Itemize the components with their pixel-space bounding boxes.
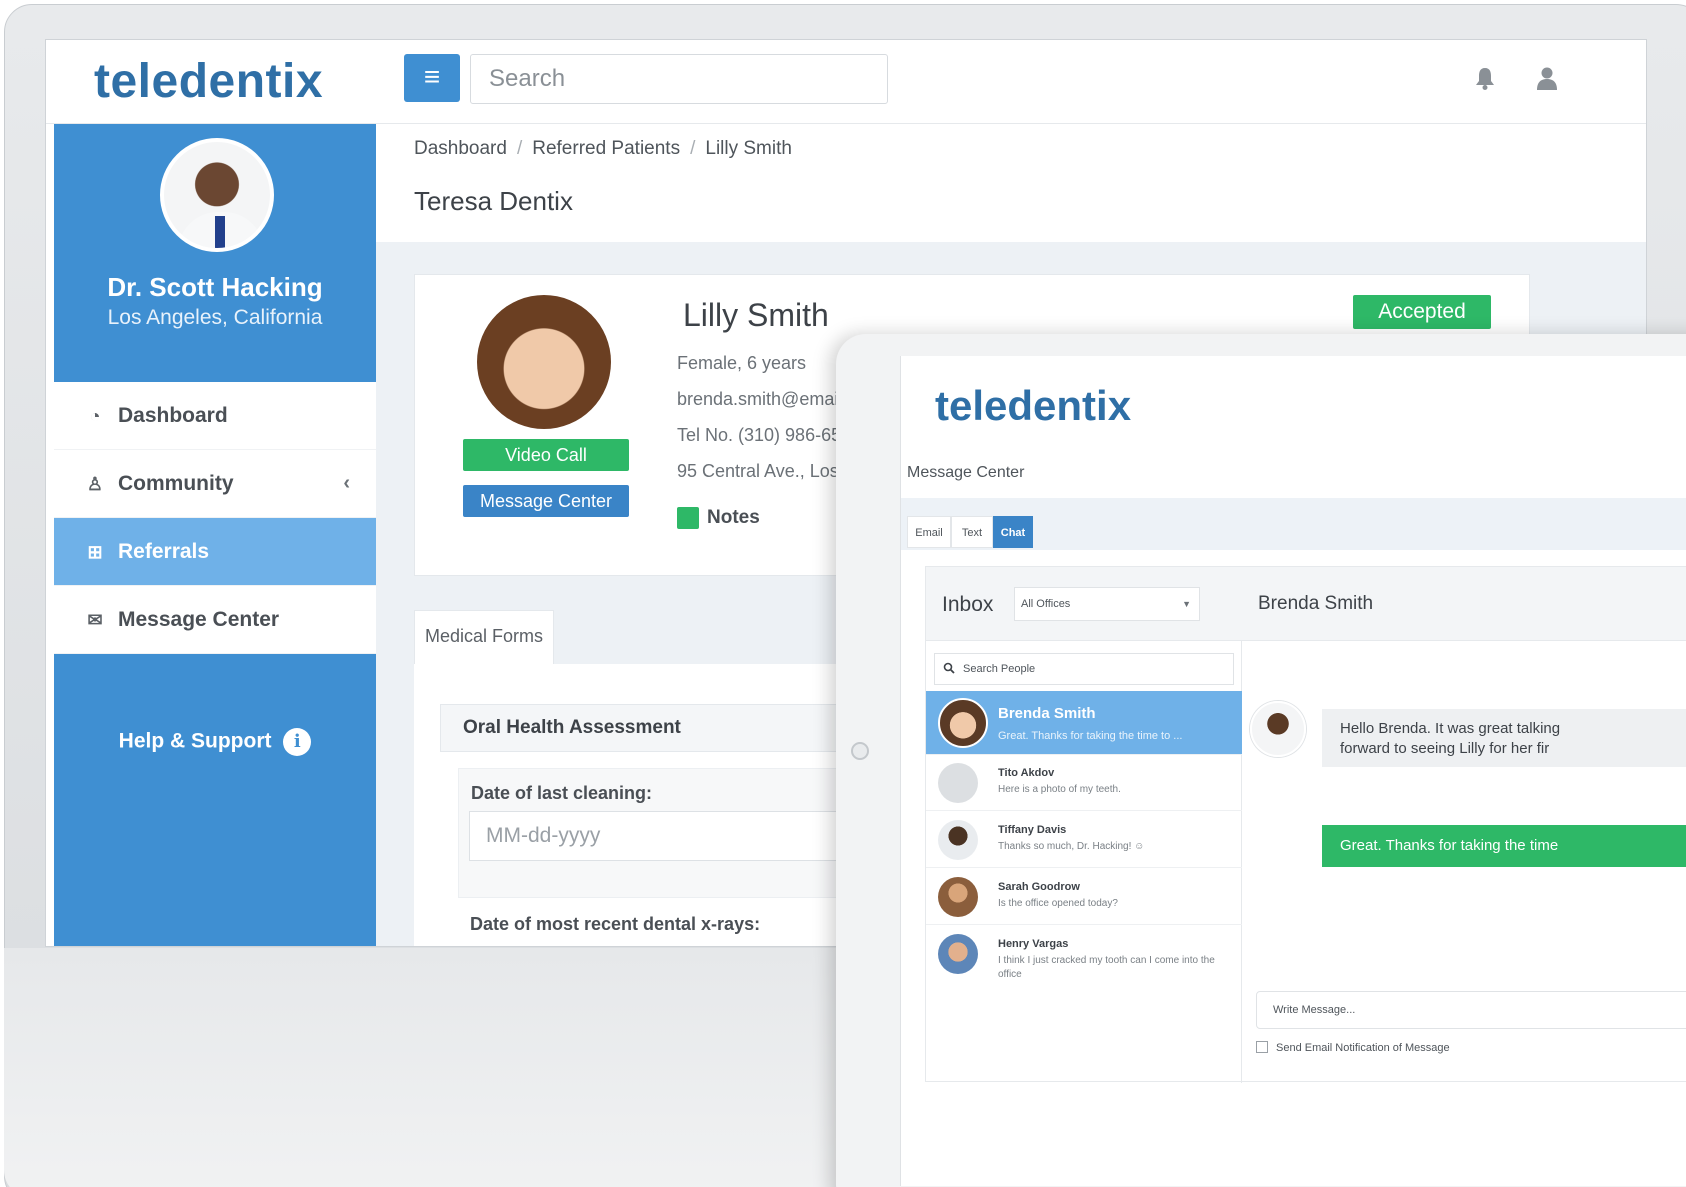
recent-xrays-label: Date of most recent dental x-rays: — [470, 914, 761, 934]
chat-column: Brenda Smith Hello Brenda. It was great … — [1242, 567, 1686, 1083]
contact-item[interactable]: Tiffany Davis Thanks so much, Dr. Hackin… — [926, 812, 1242, 868]
sidebar-item-message-center[interactable]: ✉ Message Center — [54, 586, 376, 654]
inbox-column: Inbox All Offices ▼ Search People Brenda… — [926, 567, 1242, 1083]
office-filter-select[interactable]: All Offices ▼ — [1014, 587, 1200, 621]
tab-chat[interactable]: Chat — [993, 516, 1033, 548]
contact-avatar — [938, 763, 978, 803]
doctor-chat-avatar — [1250, 701, 1306, 757]
sidebar-item-label: Dashboard — [118, 403, 228, 427]
dashboard-icon: ◔ — [89, 405, 101, 426]
contact-avatar — [938, 820, 978, 860]
message-panel: Inbox All Offices ▼ Search People Brenda… — [925, 566, 1686, 1083]
bell-icon[interactable] — [1474, 66, 1496, 90]
doctor-avatar — [160, 138, 274, 252]
community-icon: ♙ — [86, 473, 104, 494]
notes-label: Notes — [707, 507, 760, 529]
tab-medical-forms[interactable]: Medical Forms — [414, 610, 554, 664]
sidebar-item-label: Community — [118, 471, 234, 495]
help-support-link[interactable]: Help & Support i — [54, 728, 376, 756]
contact-avatar — [938, 877, 978, 917]
tablet-screen: teledentix Message Center Email Text Cha… — [900, 356, 1686, 1186]
incoming-message-line: forward to seeing Lilly for her fir — [1340, 740, 1550, 757]
page-title: Teresa Dentix — [414, 186, 573, 216]
hamburger-icon: ≡ — [423, 61, 441, 92]
chat-header: Brenda Smith — [1242, 567, 1686, 641]
sidebar-nav: ◔ Dashboard ♙ Community ‹ ⊞ Referrals ✉ … — [54, 382, 376, 654]
breadcrumb: Dashboard / Referred Patients / Lilly Smith — [414, 138, 792, 159]
info-icon: i — [283, 728, 312, 756]
email-notification-label: Send Email Notification of Message — [1276, 1042, 1450, 1054]
sidebar-item-dashboard[interactable]: ◔ Dashboard — [54, 382, 376, 450]
user-icon[interactable] — [1536, 66, 1558, 90]
status-badge: Accepted — [1353, 295, 1491, 329]
tablet-app-logo[interactable]: teledentix — [935, 382, 1131, 430]
contact-item[interactable]: Henry Vargas I think I just cracked my t… — [926, 926, 1242, 990]
chevron-left-icon[interactable]: ‹ — [343, 472, 350, 495]
tablet-page-title: Message Center — [907, 464, 1025, 481]
message-center-button[interactable]: Message Center — [463, 485, 629, 517]
chat-icon: ✉ — [87, 609, 103, 630]
inbox-title: Inbox — [942, 593, 994, 616]
contact-preview: Is the office opened today? — [998, 898, 1118, 909]
sidebar-item-label: Message Center — [118, 607, 280, 631]
inbox-header: Inbox All Offices ▼ — [926, 567, 1242, 641]
email-notification-option[interactable]: Send Email Notification of Message — [1256, 1041, 1450, 1054]
caret-down-icon: ▼ — [1182, 599, 1191, 609]
notes-link[interactable]: Notes — [677, 507, 760, 529]
doctor-location: Los Angeles, California — [107, 306, 323, 329]
contact-preview: Thanks so much, Dr. Hacking! ☺ — [998, 841, 1145, 852]
email-notification-checkbox[interactable] — [1256, 1041, 1268, 1053]
sidebar-item-label: Referrals — [118, 539, 210, 563]
contact-preview: I think I just cracked my tooth can I co… — [998, 955, 1215, 980]
scene: teledentix ≡ Search Dr. Scott Hacking Lo… — [0, 0, 1686, 1187]
incoming-message-line: Hello Brenda. It was great talking — [1340, 720, 1561, 737]
tab-email[interactable]: Email — [907, 516, 951, 548]
contact-item[interactable]: Tito Akdov Here is a photo of my teeth. — [926, 755, 1242, 811]
patient-phone: Tel No. (310) 986-6574 — [677, 425, 862, 445]
breadcrumb-referred-patients[interactable]: Referred Patients — [532, 138, 680, 159]
patient-demographics: Female, 6 years — [677, 353, 807, 373]
help-support-label: Help & Support — [118, 729, 272, 753]
contact-avatar — [938, 698, 988, 748]
breadcrumb-current: Lilly Smith — [705, 138, 792, 159]
patient-photo — [477, 295, 611, 429]
sidebar-item-referrals[interactable]: ⊞ Referrals — [54, 518, 376, 586]
contact-item[interactable]: Brenda Smith Great. Thanks for taking th… — [926, 691, 1242, 755]
tablet-device: teledentix Message Center Email Text Cha… — [836, 334, 1686, 1187]
sidebar: Dr. Scott Hacking Los Angeles, Californi… — [54, 124, 376, 946]
app-logo[interactable]: teledentix — [94, 54, 323, 109]
search-input[interactable]: Search — [470, 54, 888, 104]
last-cleaning-label: Date of last cleaning: — [471, 783, 653, 803]
chat-recipient-name: Brenda Smith — [1258, 593, 1374, 614]
tab-text[interactable]: Text — [951, 516, 993, 548]
contact-name: Henry Vargas — [998, 938, 1069, 950]
contact-name: Sarah Goodrow — [998, 881, 1080, 893]
plus-square-icon: ⊞ — [87, 541, 103, 562]
contact-name: Tiffany Davis — [998, 824, 1067, 836]
write-message-input[interactable]: Write Message... — [1256, 991, 1686, 1029]
search-icon — [943, 662, 955, 674]
breadcrumb-dashboard[interactable]: Dashboard — [414, 138, 507, 159]
contact-item[interactable]: Sarah Goodrow Is the office opened today… — [926, 869, 1242, 925]
page-header: Dashboard / Referred Patients / Lilly Smith … — [376, 124, 1646, 242]
tablet-camera — [851, 742, 869, 760]
contact-preview: Great. Thanks for taking the time to ... — [998, 730, 1183, 742]
office-filter-value: All Offices — [1021, 598, 1071, 610]
outgoing-message-bubble: Great. Thanks for taking the time — [1322, 825, 1686, 867]
contact-avatar — [938, 934, 978, 974]
top-bar: teledentix ≡ Search — [46, 40, 1646, 124]
contact-preview: Here is a photo of my teeth. — [998, 784, 1121, 795]
notes-icon — [677, 507, 699, 529]
doctor-name: Dr. Scott Hacking — [107, 272, 323, 302]
contact-name: Tito Akdov — [998, 767, 1055, 779]
search-people-placeholder: Search People — [963, 663, 1036, 675]
contact-name: Brenda Smith — [998, 705, 1096, 722]
menu-toggle-button[interactable]: ≡ — [404, 54, 460, 102]
patient-name: Lilly Smith — [683, 297, 829, 333]
search-people-input[interactable]: Search People — [934, 653, 1234, 685]
incoming-message-bubble: Hello Brenda. It was great talking forwa… — [1322, 709, 1686, 767]
video-call-button[interactable]: Video Call — [463, 439, 629, 471]
sidebar-item-community[interactable]: ♙ Community ‹ — [54, 450, 376, 518]
